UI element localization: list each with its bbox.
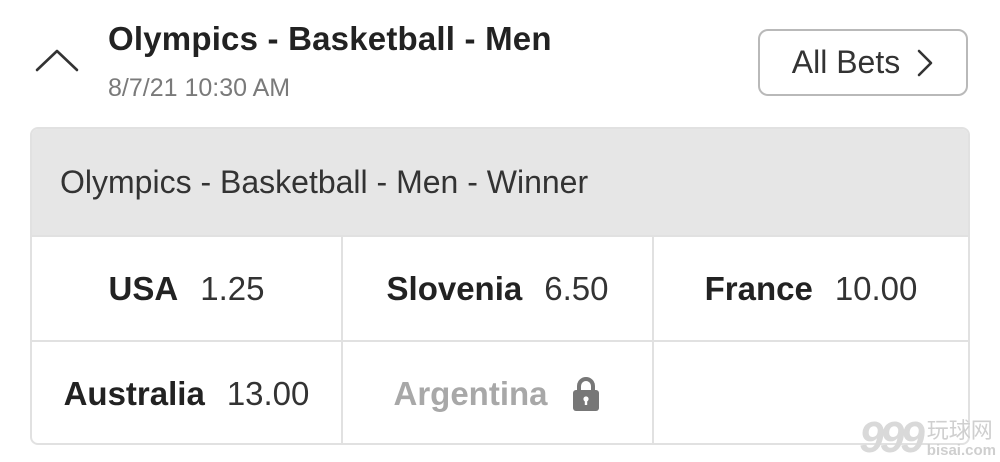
selection-france[interactable]: France 10.00 [654, 235, 968, 340]
watermark-number: 999 [859, 413, 924, 462]
selection-odds: 1.25 [200, 269, 265, 307]
selection-argentina: Argentina [343, 340, 654, 443]
selection-odds: 10.00 [834, 269, 918, 307]
chevron-right-icon [916, 48, 934, 78]
selection-name: Australia [63, 374, 205, 412]
market-card: Olympics - Basketball - Men - Winner USA… [30, 127, 970, 445]
all-bets-label: All Bets [791, 44, 901, 80]
selection-odds: 13.00 [226, 374, 310, 412]
chevron-up-icon [35, 49, 79, 72]
selection-name: France [704, 269, 813, 307]
watermark-url: bisai.com [926, 442, 996, 459]
market-title-text: Olympics - Basketball - Men - Winner [60, 163, 589, 200]
selection-slovenia[interactable]: Slovenia 6.50 [343, 235, 654, 340]
selection-name: Argentina [393, 374, 548, 412]
selections-grid: USA 1.25 Slovenia 6.50 France 10.00 Aust… [32, 235, 968, 443]
selection-usa[interactable]: USA 1.25 [32, 235, 343, 340]
selection-australia[interactable]: Australia 13.00 [32, 340, 343, 443]
event-title: Olympics - Basketball - Men [108, 20, 552, 57]
collapse-button[interactable] [30, 40, 84, 80]
all-bets-button[interactable]: All Bets [758, 29, 968, 96]
watermark-cn: 玩球网 [926, 419, 993, 444]
watermark-logo: 999 玩球网 bisai.com [846, 402, 996, 460]
lock-icon [570, 375, 602, 413]
selection-name: USA [108, 269, 179, 307]
selection-odds: 6.50 [544, 269, 609, 307]
watermark-text: 玩球网 bisai.com [927, 421, 996, 460]
event-header: Olympics - Basketball - Men 8/7/21 10:30… [0, 0, 1000, 120]
selection-name: Slovenia [386, 269, 523, 307]
event-datetime: 8/7/21 10:30 AM [108, 74, 291, 102]
market-title: Olympics - Basketball - Men - Winner [32, 129, 968, 235]
